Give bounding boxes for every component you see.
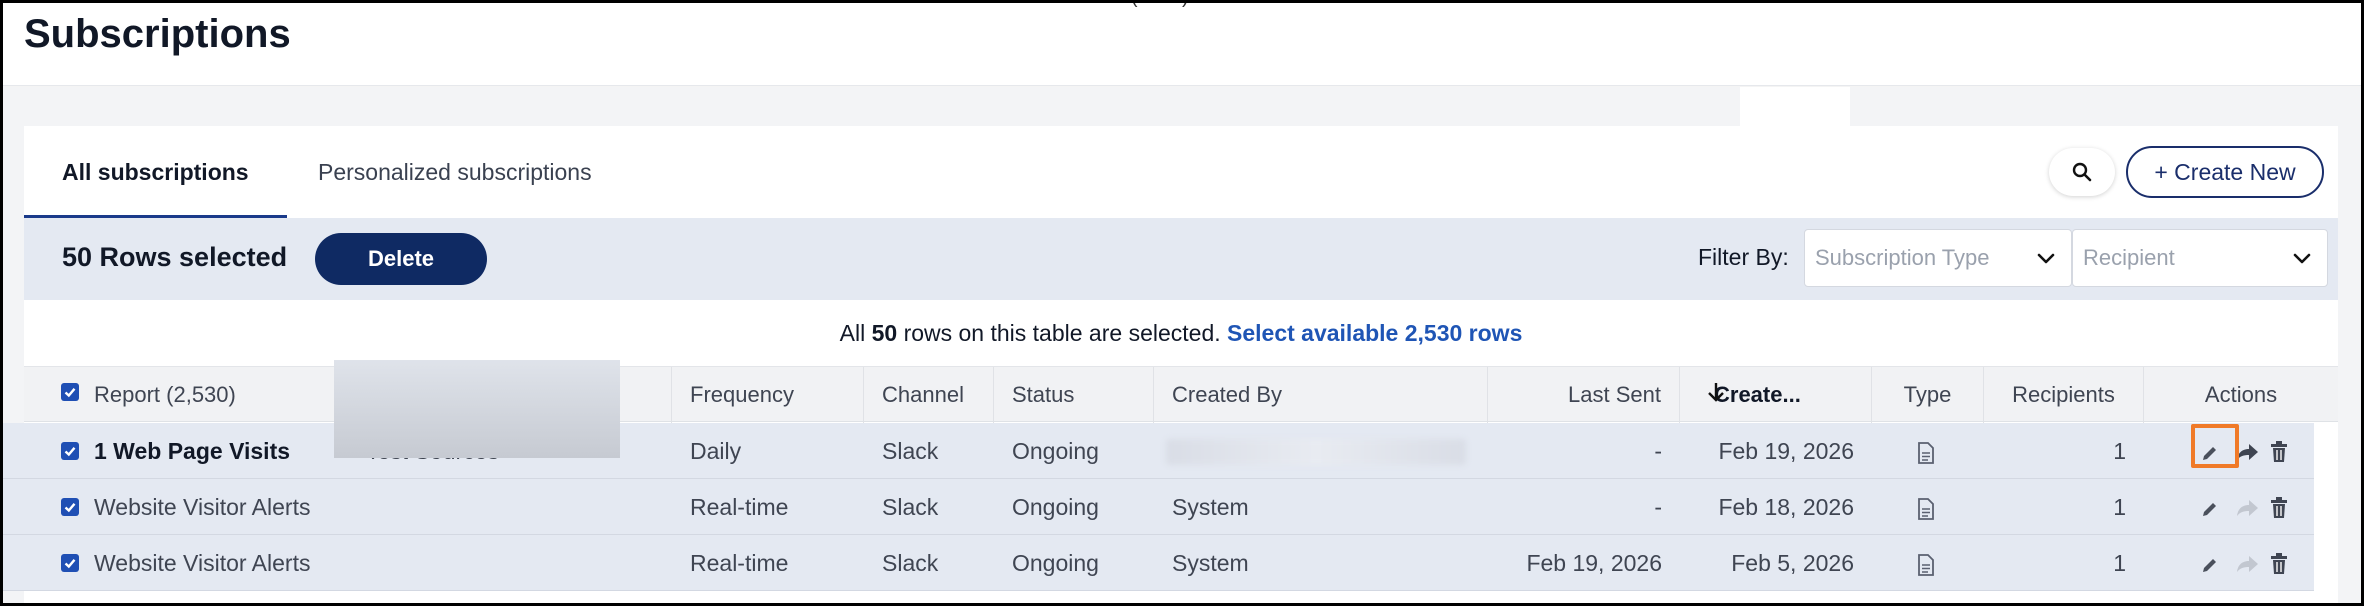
recipient-filter[interactable]: Recipient <box>2072 229 2328 287</box>
row-frequency: Real-time <box>690 494 789 520</box>
forward-icon <box>2237 500 2258 516</box>
check-icon <box>64 388 76 398</box>
row-created: Feb 19, 2026 <box>1718 438 1854 464</box>
row-created-by: System <box>1172 550 1249 576</box>
row-report[interactable]: 1 Web Page Visits <box>76 423 348 479</box>
tab-bar: All subscriptions Personalized subscript… <box>24 126 2338 218</box>
sort-descending-icon <box>1708 383 1724 402</box>
notice-prefix: All <box>839 320 866 346</box>
subscription-type-placeholder: Subscription Type <box>1815 245 1990 270</box>
trash-icon[interactable] <box>2270 497 2288 519</box>
tenant-indicator: Tenant: Demandbase (1001) <box>930 0 1189 9</box>
subscription-type-filter[interactable]: Subscription Type <box>1804 229 2072 287</box>
table-row[interactable]: Website Visitor Alerts Real-time Slack O… <box>0 479 2314 535</box>
tenant-value: Demandbase (1001) <box>1006 0 1188 8</box>
filter-by-label: Filter By: <box>1698 244 1789 270</box>
redacted-created-by <box>1166 439 1466 465</box>
column-frequency[interactable]: Frequency <box>672 367 864 423</box>
column-status[interactable]: Status <box>994 367 1154 423</box>
check-icon <box>64 447 76 457</box>
row-report[interactable]: Website Visitor Alerts <box>76 479 348 535</box>
tenant-label: Tenant: <box>930 0 1001 8</box>
notice-suffix: rows on this table are selected. <box>903 320 1221 346</box>
row-frequency: Daily <box>690 438 742 464</box>
notice-count: 50 <box>871 320 898 346</box>
forward-icon <box>2237 556 2258 572</box>
document-icon <box>1918 442 1934 464</box>
trash-icon[interactable] <box>2270 553 2288 575</box>
highlight-box <box>2191 424 2239 468</box>
chevron-down-icon <box>2037 253 2055 264</box>
row-created: Feb 5, 2026 <box>1731 550 1854 576</box>
create-new-button[interactable]: + Create New <box>2126 146 2324 198</box>
column-created-by[interactable]: Created By <box>1154 367 1488 423</box>
select-all-checkbox[interactable] <box>61 383 79 401</box>
row-recipients: 1 <box>2113 494 2126 520</box>
column-actions: Actions <box>2204 382 2278 407</box>
row-recipients: 1 <box>2113 550 2126 576</box>
row-last-sent: - <box>1654 438 1662 464</box>
row-status: Ongoing <box>1012 494 1099 520</box>
row-last-sent: - <box>1654 494 1662 520</box>
document-icon <box>1918 554 1934 576</box>
trash-icon[interactable] <box>2270 441 2288 463</box>
redacted-list-values <box>334 360 620 458</box>
document-icon <box>1918 498 1934 520</box>
chevron-down-icon <box>2293 253 2311 264</box>
page-title: Subscriptions <box>24 12 291 56</box>
row-created-by: System <box>1172 494 1249 520</box>
tab-personalized-subscriptions[interactable]: Personalized subscriptions <box>280 126 630 218</box>
check-icon <box>64 503 76 513</box>
recipient-placeholder: Recipient <box>2083 245 2175 270</box>
page-header: Subscriptions Tenant: Demandbase (1001) <box>0 0 2364 86</box>
column-last-sent[interactable]: Last Sent <box>1488 367 1680 423</box>
edit-icon[interactable] <box>2200 499 2220 519</box>
tab-all-subscriptions[interactable]: All subscriptions <box>24 126 287 218</box>
edit-icon[interactable] <box>2200 555 2220 575</box>
row-report[interactable]: Website Visitor Alerts <box>76 535 348 591</box>
selection-notice: All 50 rows on this table are selected. … <box>24 300 2338 366</box>
row-channel: Slack <box>882 494 939 520</box>
column-type[interactable]: Type <box>1872 367 1984 423</box>
row-frequency: Real-time <box>690 550 789 576</box>
table-row[interactable]: Website Visitor Alerts Real-time Slack O… <box>0 535 2314 591</box>
row-last-sent: Feb 19, 2026 <box>1526 550 1662 576</box>
check-icon <box>64 559 76 569</box>
search-button[interactable] <box>2049 148 2115 196</box>
row-status: Ongoing <box>1012 438 1099 464</box>
row-created: Feb 18, 2026 <box>1718 494 1854 520</box>
search-icon <box>2072 162 2092 182</box>
rows-selected-label: 50 Rows selected <box>62 242 288 272</box>
row-status: Ongoing <box>1012 550 1099 576</box>
row-channel: Slack <box>882 438 939 464</box>
row-channel: Slack <box>882 550 939 576</box>
column-recipients[interactable]: Recipients <box>1984 367 2144 423</box>
column-channel[interactable]: Channel <box>864 367 994 423</box>
select-all-rows-link[interactable]: Select available 2,530 rows <box>1227 320 1522 346</box>
selection-bar: 50 Rows selected Delete Filter By: Subsc… <box>24 218 2338 300</box>
delete-button[interactable]: Delete <box>315 233 487 285</box>
row-recipients: 1 <box>2113 438 2126 464</box>
